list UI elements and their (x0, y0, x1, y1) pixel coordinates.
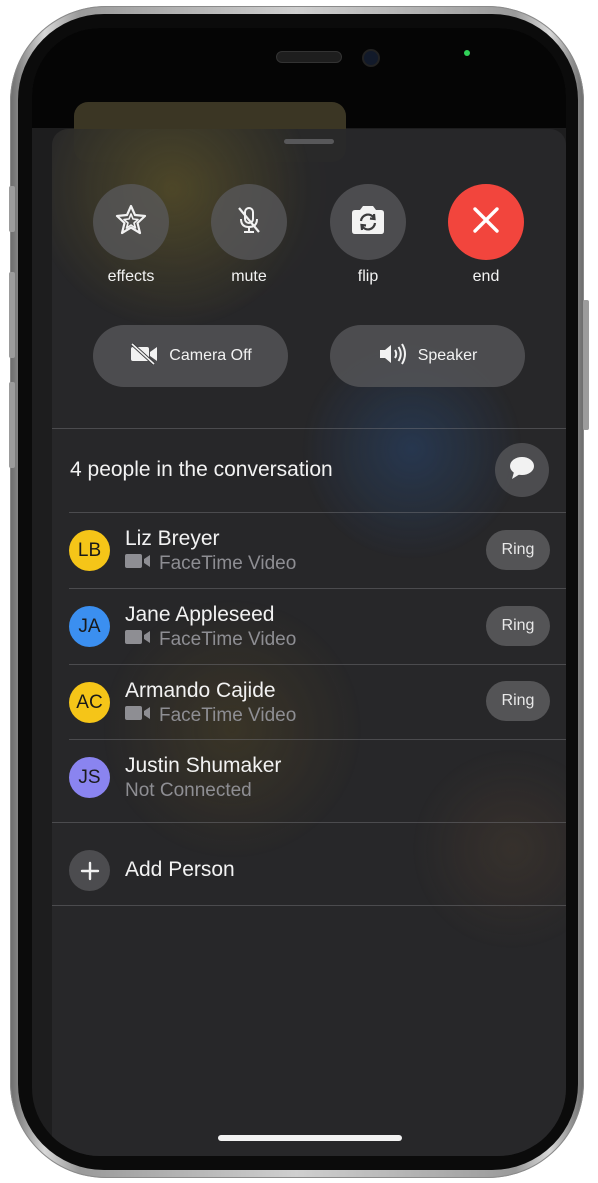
avatar: LB (69, 530, 110, 571)
section-divider (52, 428, 566, 429)
participant-row[interactable]: JS Justin Shumaker Not Connected (52, 740, 566, 815)
avatar: JA (69, 606, 110, 647)
add-person-label: Add Person (125, 858, 235, 881)
participant-status-text: Not Connected (125, 780, 252, 801)
ring-button[interactable]: Ring (486, 606, 550, 646)
flip-label: flip (357, 268, 379, 285)
mic-slash-icon (232, 203, 266, 242)
avatar: AC (69, 682, 110, 723)
camera-off-label: Camera Off (169, 347, 252, 364)
speaker-wave-icon (378, 342, 408, 371)
participant-status-text: FaceTime Video (159, 705, 297, 726)
participant-name: Armando Cajide (125, 679, 276, 702)
mute-button[interactable] (211, 184, 287, 260)
add-person-row[interactable]: Add Person (52, 840, 566, 900)
screen: effects mute flip end Camera Off Speaker… (32, 28, 566, 1156)
call-controls-sheet: effects mute flip end Camera Off Speaker… (52, 129, 566, 1156)
earpiece-speaker (276, 51, 342, 63)
video-camera-icon (125, 705, 151, 727)
section-divider (52, 905, 566, 906)
participant-name: Justin Shumaker (125, 754, 282, 777)
video-camera-icon (125, 629, 151, 651)
end-label: end (472, 268, 500, 285)
volume-up-button (9, 272, 15, 358)
flip-button[interactable] (330, 184, 406, 260)
message-bubble-icon (508, 455, 536, 486)
section-divider (52, 822, 566, 823)
avatar: JS (69, 757, 110, 798)
participant-name: Jane Appleseed (125, 603, 275, 626)
side-button (583, 300, 589, 430)
participant-status-text: FaceTime Video (159, 553, 297, 574)
speaker-label: Speaker (417, 347, 478, 364)
effects-button[interactable] (93, 184, 169, 260)
participant-row[interactable]: AC Armando Cajide FaceTime Video Ring (52, 665, 566, 740)
conversation-title: 4 people in the conversation (70, 458, 333, 481)
ring-button[interactable]: Ring (486, 530, 550, 570)
end-call-button[interactable] (448, 184, 524, 260)
camera-flip-icon (348, 203, 388, 242)
volume-down-button (9, 382, 15, 468)
participant-status-text: FaceTime Video (159, 629, 297, 650)
message-button[interactable] (495, 443, 549, 497)
sheet-grabber[interactable] (284, 139, 334, 144)
ring-button[interactable]: Ring (486, 681, 550, 721)
participant-name: Liz Breyer (125, 527, 220, 550)
participant-status: FaceTime Video (125, 629, 296, 651)
participant-status: FaceTime Video (125, 705, 296, 727)
front-camera (362, 49, 380, 67)
participant-row[interactable]: LB Liz Breyer FaceTime Video Ring (52, 513, 566, 588)
camera-in-use-indicator (464, 50, 470, 56)
participant-status: FaceTime Video (125, 553, 296, 575)
participant-row[interactable]: JA Jane Appleseed FaceTime Video Ring (52, 589, 566, 664)
plus-icon (69, 850, 110, 891)
speaker-button[interactable]: Speaker (330, 325, 525, 387)
mute-label: mute (231, 268, 267, 285)
home-indicator[interactable] (218, 1135, 402, 1141)
silent-switch (9, 186, 15, 232)
close-icon (470, 204, 502, 241)
video-camera-icon (125, 553, 151, 575)
camera-off-button[interactable]: Camera Off (93, 325, 288, 387)
video-slash-icon (129, 342, 159, 370)
effects-label: effects (107, 268, 155, 285)
effects-star-icon (113, 202, 149, 243)
participant-status: Not Connected (125, 780, 252, 802)
